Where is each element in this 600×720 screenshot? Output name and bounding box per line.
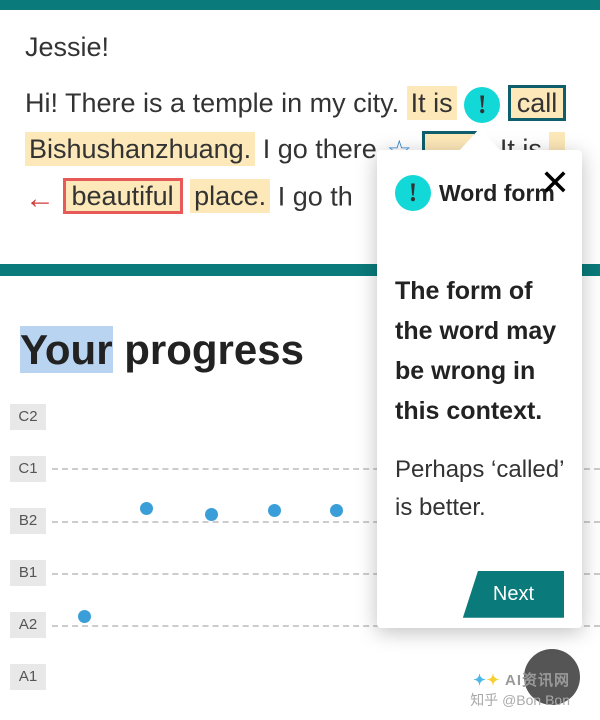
watermark-attr: 知乎 @Bon Bon <box>470 690 570 710</box>
highlight[interactable]: place. <box>190 179 270 213</box>
feedback-popup: ✕ ! Word form The form of the word may b… <box>377 150 582 628</box>
greeting: Jessie! <box>25 25 575 71</box>
chart-ylabel: B1 <box>10 560 46 586</box>
popup-hint: Perhaps ‘called’ is bet­ter. <box>395 451 564 528</box>
chart-dot[interactable] <box>140 502 153 515</box>
exclaim-icon: ! <box>395 175 431 211</box>
chart-dot[interactable] <box>330 504 343 517</box>
progress-title: Your progress <box>20 326 304 374</box>
popup-close-button[interactable]: ✕ <box>540 165 570 201</box>
popup-title: Word form <box>439 180 555 207</box>
watermark-brand: ✦✦ AI资讯网 <box>473 669 570 690</box>
text-plain: Hi! There is a temple in my city. <box>25 88 399 118</box>
chart-dot[interactable] <box>205 508 218 521</box>
error-word-box-red[interactable]: beautiful <box>63 178 183 214</box>
chart-ylabel: B2 <box>10 508 46 534</box>
chart-ylabel: A2 <box>10 612 46 638</box>
popup-next-button[interactable]: Next <box>463 571 564 618</box>
chart-ylabel: A1 <box>10 664 46 690</box>
popup-body: The form of the word may be wrong in thi… <box>395 271 564 431</box>
chart-ylabel: C2 <box>10 404 46 430</box>
text-plain: I go there <box>263 134 377 164</box>
highlight[interactable]: Bishushanzhuang. <box>25 132 255 166</box>
chart-ylabel: C1 <box>10 456 46 482</box>
highlight[interactable]: It is <box>407 86 457 120</box>
exclaim-icon[interactable]: ! <box>464 87 500 123</box>
chart-dot[interactable] <box>268 504 281 517</box>
chart-dot[interactable] <box>78 610 91 623</box>
arrow-left-icon[interactable]: ← <box>25 173 55 224</box>
text-plain: I go th <box>278 181 353 211</box>
error-word-box[interactable]: call <box>508 85 567 121</box>
